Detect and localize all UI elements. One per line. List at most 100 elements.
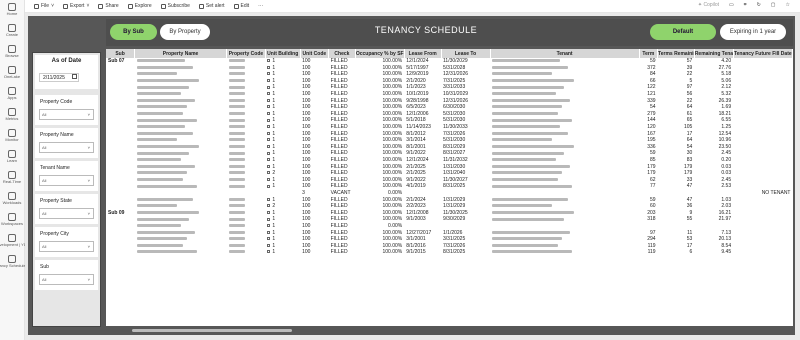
- slicer-dropdown[interactable]: All ˅: [39, 142, 94, 153]
- expand-icon[interactable]: [267, 164, 271, 168]
- rail-item[interactable]: OneLake: [0, 64, 24, 84]
- refresh-icon[interactable]: ↻: [757, 2, 761, 8]
- rail-item[interactable]: Apps: [0, 85, 24, 105]
- expand-icon[interactable]: [267, 131, 271, 135]
- table-row[interactable]: 1 100 FILLED 100.00% 12/27/2017 1/1/2026 97 11 7…: [106, 229, 793, 236]
- column-header[interactable]: Unit Code: [300, 49, 330, 58]
- slicer-dropdown[interactable]: All ˅: [39, 175, 94, 186]
- table-row[interactable]: 1 100 FILLED 100.00% 12/1/2024 11/31/2032 85 83…: [106, 157, 793, 164]
- column-header[interactable]: Property Code: [226, 49, 266, 58]
- expand-icon[interactable]: [267, 125, 271, 129]
- export-menu[interactable]: Export ˅: [62, 3, 89, 9]
- rail-item[interactable]: Workspaces: [0, 211, 24, 231]
- column-header[interactable]: Property Name: [134, 49, 228, 58]
- rail-item[interactable]: Tenancy Schedule v2: [0, 253, 31, 273]
- bookmark-icon[interactable]: ▭: [729, 2, 734, 8]
- horizontal-scrollbar[interactable]: [132, 329, 292, 332]
- table-row[interactable]: 2 100 FILLED 100.00% 2/2/2023 1/31/2029 60 36 2.…: [106, 203, 793, 210]
- column-header[interactable]: Unit Building: [265, 49, 301, 58]
- subscribe-button[interactable]: Subscribe: [160, 3, 190, 9]
- table-row[interactable]: 1 100 FILLED 100.00% 3/1/2001 3/31/2025 294 53 2…: [106, 236, 793, 243]
- column-header[interactable]: Tenancy Future Fill Date: [733, 49, 793, 58]
- rail-item[interactable]: Browse: [0, 43, 24, 63]
- expand-icon[interactable]: [267, 210, 271, 214]
- rail-item[interactable]: Workloads: [0, 190, 24, 210]
- column-header[interactable]: Term: [639, 49, 659, 58]
- rail-item[interactable]: Real-Time: [0, 169, 24, 189]
- table-row[interactable]: 1 100 FILLED 100.00% 4/1/2019 8/31/2025 77 47 2.…: [106, 183, 793, 190]
- table-row[interactable]: 3 VACANT 0.00% NO TENANT: [106, 190, 793, 197]
- expand-icon[interactable]: [267, 92, 271, 96]
- slicer-dropdown[interactable]: All ˅: [39, 274, 94, 285]
- expand-icon[interactable]: [267, 79, 271, 83]
- view-icon[interactable]: ⌗: [744, 2, 747, 8]
- table-row[interactable]: 1 100 FILLED 100.00% 9/1/2003 9/30/2029 318 55 2…: [106, 216, 793, 223]
- table-row[interactable]: 2 100 FILLED 100.00% 2/1/2025 1/31/2040 179 179…: [106, 170, 793, 177]
- table-row[interactable]: 1 100 FILLED 100.00% 8/1/2001 8/31/2029 336 54 2…: [106, 144, 793, 151]
- table-row[interactable]: 1 100 FILLED 100.00% 1/1/2023 3/31/2033 122 97 2…: [106, 84, 793, 91]
- explore-button[interactable]: Explore: [127, 3, 152, 9]
- file-menu[interactable]: File ˅: [34, 3, 54, 9]
- edit-button[interactable]: Edit: [233, 3, 249, 9]
- table-row[interactable]: 1 100 FILLED 0.00%: [106, 223, 793, 230]
- expand-icon[interactable]: [267, 105, 271, 109]
- table-row[interactable]: 1 100 FILLED 100.00% 9/28/1998 12/31/2026 339 2…: [106, 98, 793, 105]
- table-row[interactable]: 1 100 FILLED 100.00% 9/1/2015 8/31/2025 119 6 9.…: [106, 249, 793, 256]
- by-sub-button[interactable]: By Sub: [110, 24, 157, 40]
- favorite-icon[interactable]: ☆: [786, 2, 790, 8]
- table-row[interactable]: Sub 07 1 100 FILLED 100.00% 12/1/2024 11/30/20…: [106, 58, 793, 65]
- expand-icon[interactable]: [267, 243, 271, 247]
- expand-icon[interactable]: [267, 237, 271, 241]
- column-header[interactable]: Check: [328, 49, 356, 58]
- slicer-dropdown[interactable]: All ˅: [39, 109, 94, 120]
- default-button[interactable]: Default: [650, 24, 716, 40]
- table-row[interactable]: 1 100 FILLED 100.00% 12/9/2019 12/31/2026 84 22…: [106, 71, 793, 78]
- rail-item[interactable]: Development | YDC: [0, 232, 30, 252]
- table-row[interactable]: 1 100 FILLED 100.00% 8/1/2012 7/31/2026 167 17 1…: [106, 131, 793, 138]
- table-row[interactable]: 1 100 FILLED 100.00% 11/14/2023 11/30/2033 120…: [106, 124, 793, 131]
- slicer-dropdown[interactable]: All ˅: [39, 208, 94, 219]
- share-button[interactable]: Share: [98, 3, 119, 9]
- expand-icon[interactable]: [267, 112, 271, 116]
- expand-icon[interactable]: [267, 98, 271, 102]
- rail-item[interactable]: Create: [0, 22, 24, 42]
- column-header[interactable]: Sub: [106, 49, 136, 58]
- expand-icon[interactable]: [267, 118, 271, 122]
- table-row[interactable]: 1 100 FILLED 100.00% 2/1/2020 7/31/2025 66 5 5.0…: [106, 78, 793, 85]
- expand-icon[interactable]: [267, 72, 271, 76]
- expand-icon[interactable]: [267, 250, 271, 254]
- table-row[interactable]: 1 100 FILLED 100.00% 9/1/2022 8/31/2027 59 30 2.…: [106, 150, 793, 157]
- expand-icon[interactable]: [267, 184, 271, 188]
- comment-icon[interactable]: ▢: [771, 2, 776, 8]
- table-row[interactable]: 1 100 FILLED 100.00% 5/17/1997 5/31/2028 372 39…: [106, 65, 793, 72]
- rail-item[interactable]: Home: [0, 1, 24, 21]
- table-row[interactable]: Sub 09 1 100 FILLED 100.00% 12/1/2008 11/30/20…: [106, 210, 793, 217]
- slicer-dropdown[interactable]: All ˅: [39, 241, 94, 252]
- column-header[interactable]: Occupancy % by SF: [355, 49, 405, 58]
- expand-icon[interactable]: [267, 171, 271, 175]
- column-header[interactable]: Lease From: [404, 49, 442, 58]
- table-row[interactable]: 1 100 FILLED 100.00% 10/1/2019 10/31/2029 121 5…: [106, 91, 793, 98]
- expand-icon[interactable]: [267, 230, 271, 234]
- expand-icon[interactable]: [267, 158, 271, 162]
- expand-icon[interactable]: [267, 85, 271, 89]
- expand-icon[interactable]: [267, 177, 271, 181]
- column-header[interactable]: Remaining Tenancy: [694, 49, 734, 58]
- rail-item[interactable]: Monitor: [0, 127, 24, 147]
- table-row[interactable]: 1 100 FILLED 100.00% 2/1/2024 1/31/2029 59 47 1.…: [106, 196, 793, 203]
- expand-icon[interactable]: [267, 59, 271, 63]
- expand-icon[interactable]: [267, 204, 271, 208]
- table-row[interactable]: 1 100 FILLED 100.00% 2/1/2025 1/31/2030 179 179…: [106, 164, 793, 171]
- expand-icon[interactable]: [267, 151, 271, 155]
- expiring-button[interactable]: Expiring in 1 year: [720, 24, 786, 40]
- expand-icon[interactable]: [267, 197, 271, 201]
- set-alert-button[interactable]: Set alert: [198, 3, 225, 9]
- expand-icon[interactable]: [267, 144, 271, 148]
- copilot-button[interactable]: ✦ Copilot: [698, 2, 719, 8]
- table-row[interactable]: 1 100 FILLED 100.00% 9/1/2022 11/30/2027 62 33 2…: [106, 177, 793, 184]
- table-row[interactable]: 1 100 FILLED 100.00% 8/1/2016 7/31/2026 119 17 8…: [106, 243, 793, 250]
- expand-icon[interactable]: [267, 224, 271, 228]
- column-header[interactable]: Lease To: [441, 49, 491, 58]
- expand-icon[interactable]: [267, 65, 271, 69]
- table-row[interactable]: 1 100 FILLED 100.00% 3/1/2014 5/31/2030 195 64 1…: [106, 137, 793, 144]
